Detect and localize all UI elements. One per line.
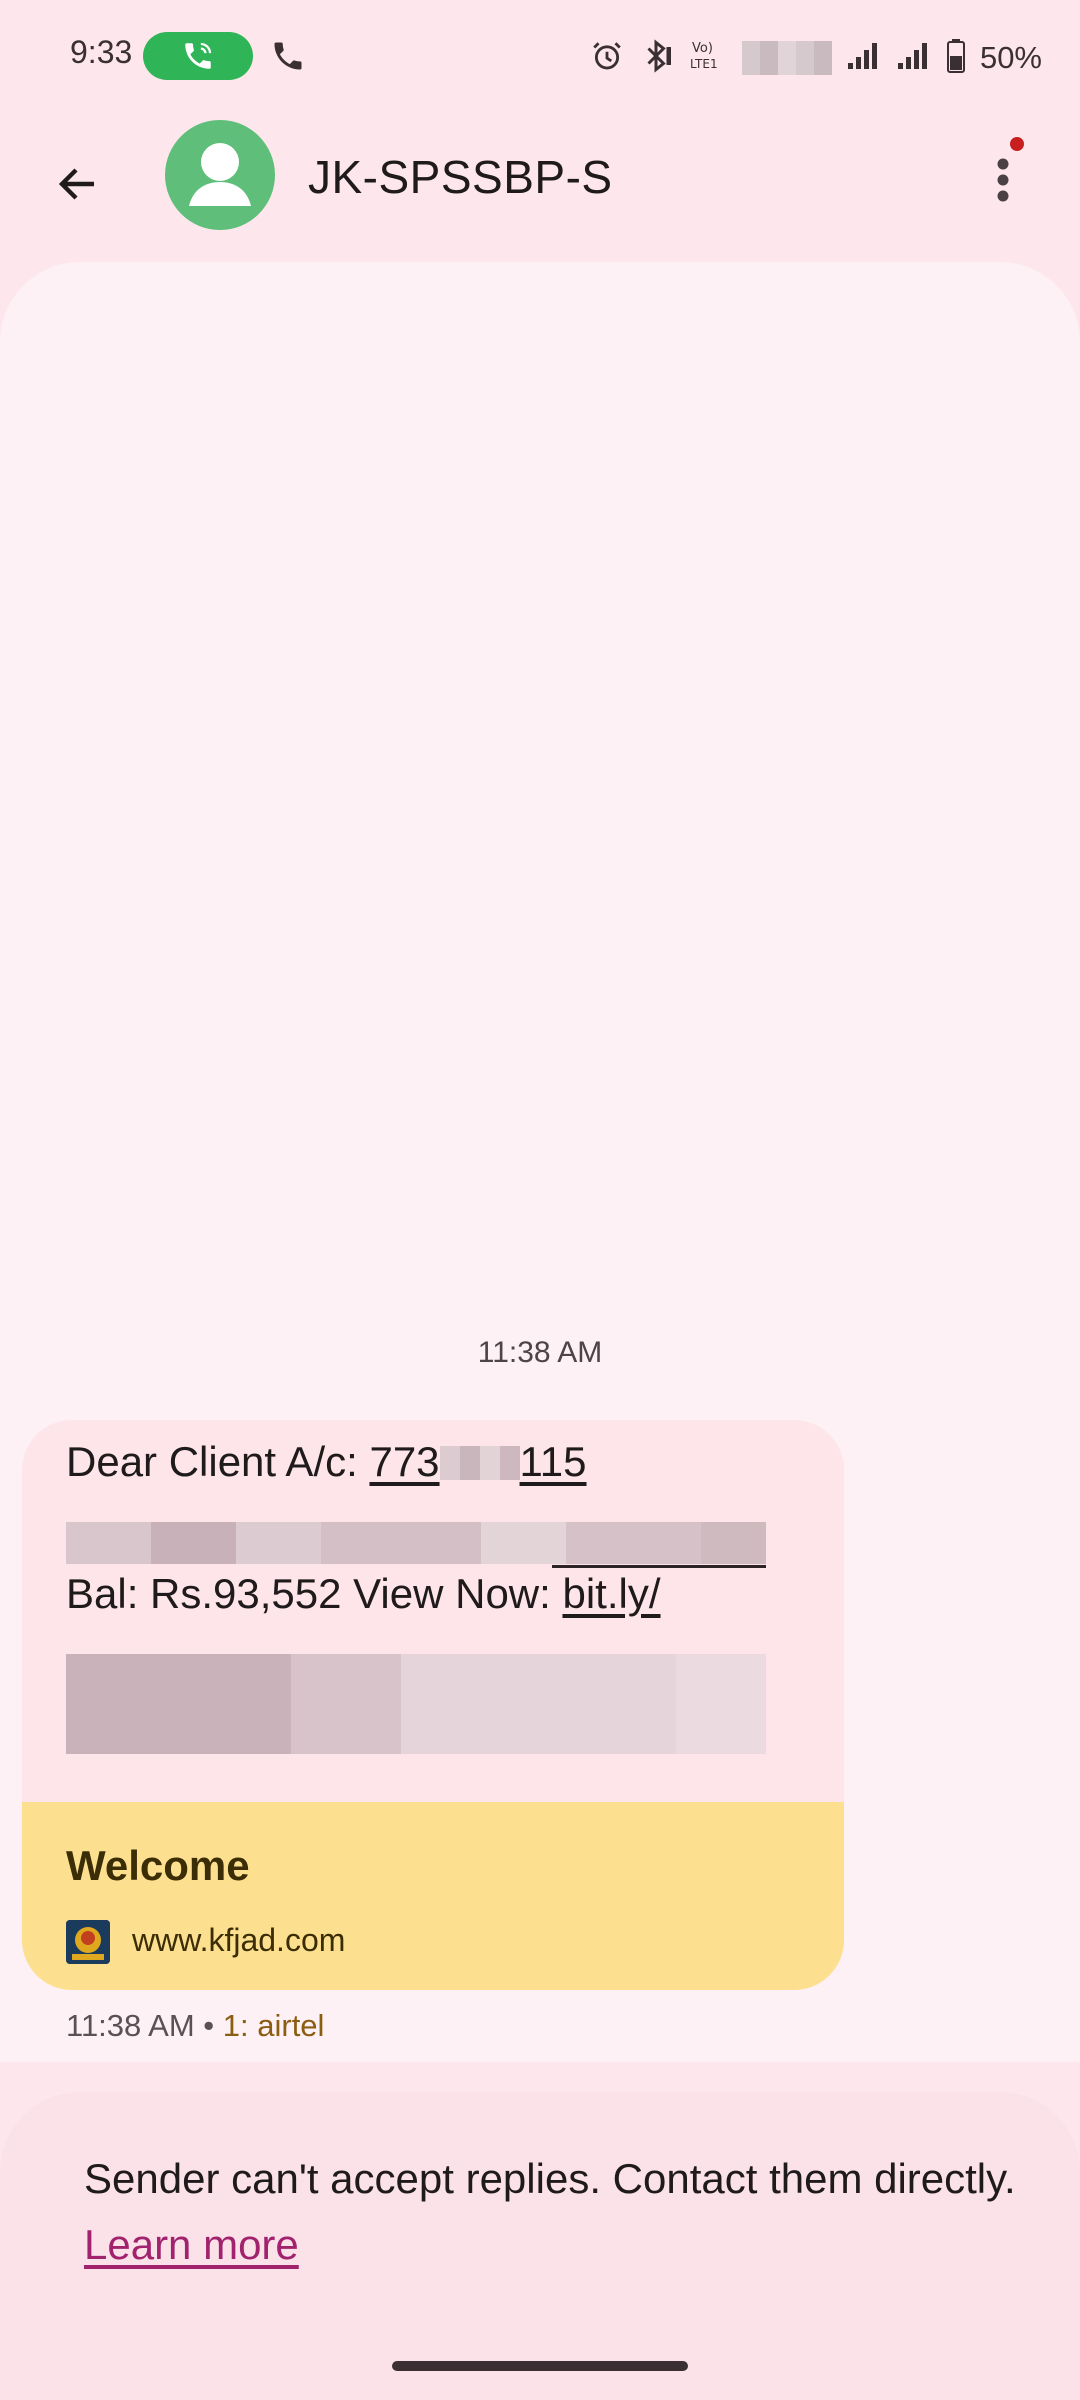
alarm-icon xyxy=(590,39,624,78)
svg-text:Vo): Vo) xyxy=(692,41,713,56)
status-time: 9:33 xyxy=(70,34,133,70)
message-meta: 11:38 AM • 1: airtel xyxy=(66,2008,324,2044)
back-button[interactable] xyxy=(40,146,116,222)
redacted-link-underline xyxy=(552,1565,766,1568)
avatar[interactable] xyxy=(165,120,275,230)
account-end: 115 xyxy=(519,1438,587,1485)
redacted-text xyxy=(66,1654,844,1754)
short-link[interactable]: bit.ly/ xyxy=(562,1570,660,1617)
phone-icon xyxy=(270,38,306,79)
conversation-header: JK-SPSSBP-S xyxy=(0,110,1080,260)
more-options-button[interactable] xyxy=(975,140,1035,220)
account-start: 773 xyxy=(369,1438,440,1485)
message-line-3: Bal: Rs.93,552 View Now: bit.ly/ xyxy=(66,1570,661,1618)
svg-text:LTE1: LTE1 xyxy=(690,57,718,71)
more-vert-icon xyxy=(997,158,1009,202)
link-preview-url: www.kfjad.com xyxy=(132,1922,346,1958)
message-text: Dear Client A/c: xyxy=(66,1438,370,1485)
notice-text: Sender can't accept replies. Contact the… xyxy=(84,2146,1024,2278)
redacted-digits xyxy=(439,1446,520,1480)
battery-percentage: 50% xyxy=(979,40,1042,75)
signal-icon xyxy=(896,41,932,76)
link-preview-title: Welcome xyxy=(66,1842,250,1889)
status-icons: Vo) LTE1 50% xyxy=(590,30,1042,86)
learn-more-link[interactable]: Learn more xyxy=(84,2221,299,2268)
arrow-back-icon xyxy=(58,168,94,200)
person-icon xyxy=(189,143,251,206)
signal-icon xyxy=(846,41,882,76)
message-time: 11:38 AM xyxy=(66,2008,195,2043)
volte-icon: Vo) LTE1 xyxy=(688,38,728,79)
notice-message: Sender can't accept replies. Contact the… xyxy=(84,2155,1016,2202)
notification-dot xyxy=(1010,137,1024,151)
battery-icon xyxy=(946,38,966,79)
site-logo xyxy=(66,1920,110,1964)
message-line-1: Dear Client A/c: 773 115 xyxy=(66,1438,587,1486)
redacted-text xyxy=(66,1522,766,1564)
bluetooth-icon xyxy=(638,38,674,79)
message-text: Bal: Rs.93,552 View Now: xyxy=(66,1570,563,1617)
no-reply-notice: Sender can't accept replies. Contact the… xyxy=(0,2092,1080,2400)
link-preview-card[interactable]: Welcome www.kfjad.com xyxy=(22,1802,844,1990)
gesture-home-bar[interactable] xyxy=(392,2361,688,2371)
account-number-link[interactable]: 773 115 xyxy=(369,1438,586,1485)
message-bubble[interactable]: Dear Client A/c: 773 115 Bal: Rs.93,552 V… xyxy=(22,1420,844,1990)
redacted-status-icon xyxy=(741,41,832,75)
status-bar: 9:33 Vo) LTE1 50% xyxy=(0,0,1080,110)
date-separator: 11:38 AM xyxy=(477,1336,603,1369)
sim-carrier: 1: airtel xyxy=(222,2008,325,2043)
contact-title[interactable]: JK-SPSSBP-S xyxy=(308,150,613,204)
call-in-progress-icon[interactable] xyxy=(143,32,253,80)
meta-separator: • xyxy=(194,2008,223,2043)
